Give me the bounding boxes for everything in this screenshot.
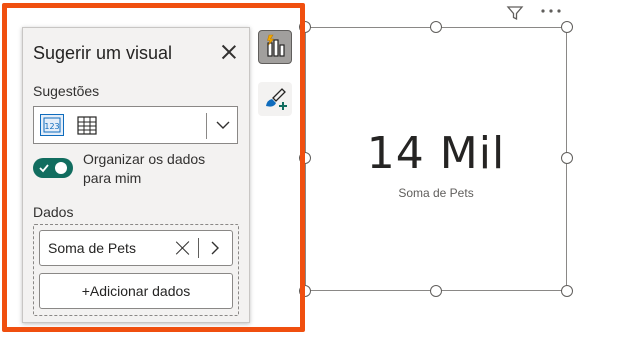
card-visual[interactable]: 14 Mil Soma de Pets xyxy=(305,27,567,291)
card-value: 14 Mil xyxy=(366,128,506,179)
filter-icon[interactable] xyxy=(506,4,524,22)
resize-handle-top-center[interactable] xyxy=(430,21,442,33)
resize-handle-top-right[interactable] xyxy=(561,21,573,33)
resize-handle-middle-right[interactable] xyxy=(561,152,573,164)
card-label: Soma de Pets xyxy=(398,186,474,200)
more-options-icon[interactable] xyxy=(540,4,562,22)
highlight-frame xyxy=(2,3,305,332)
resize-handle-bottom-right[interactable] xyxy=(561,285,573,297)
resize-handle-bottom-center[interactable] xyxy=(430,285,442,297)
